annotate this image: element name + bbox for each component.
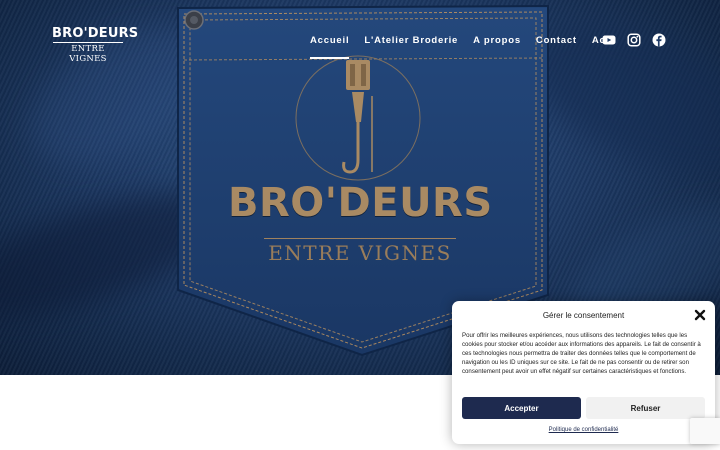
accept-button[interactable]: Accepter bbox=[462, 397, 581, 419]
main-nav: Accueil L'Atelier Broderie A propos Cont… bbox=[310, 35, 631, 59]
nav-item-accueil[interactable]: Accueil bbox=[310, 35, 350, 59]
logo-divider bbox=[53, 42, 123, 43]
social-links bbox=[602, 33, 666, 47]
consent-title: Gérer le consentement bbox=[542, 311, 625, 320]
consent-body: Pour offrir les meilleures expériences, … bbox=[462, 332, 701, 375]
instagram-icon[interactable] bbox=[627, 33, 641, 47]
nav-item-atelier-broderie[interactable]: L'Atelier Broderie bbox=[364, 35, 458, 46]
youtube-icon[interactable] bbox=[602, 33, 616, 47]
nav-item-a-propos[interactable]: A propos bbox=[473, 35, 521, 46]
logo-subtitle: ENTRE VIGNES bbox=[69, 44, 107, 64]
privacy-policy-link[interactable]: Politique de confidentialité bbox=[452, 427, 715, 433]
embroidery-subtitle: ENTRE VIGNES bbox=[268, 241, 452, 265]
nav-item-contact[interactable]: Contact bbox=[536, 35, 577, 46]
refuse-button[interactable]: Refuser bbox=[586, 397, 705, 419]
embroidery-divider bbox=[264, 238, 456, 239]
site-logo[interactable]: BRO'DEURS ENTRE VIGNES bbox=[52, 26, 139, 65]
facebook-icon[interactable] bbox=[652, 33, 666, 47]
close-icon[interactable] bbox=[694, 308, 706, 321]
recaptcha-badge[interactable] bbox=[690, 418, 720, 444]
logo-title: BRO'DEURS bbox=[52, 26, 139, 41]
embroidery-title: BRO'DEURS bbox=[228, 180, 493, 226]
cookie-consent-dialog: Gérer le consentement Pour offrir les me… bbox=[452, 301, 715, 444]
